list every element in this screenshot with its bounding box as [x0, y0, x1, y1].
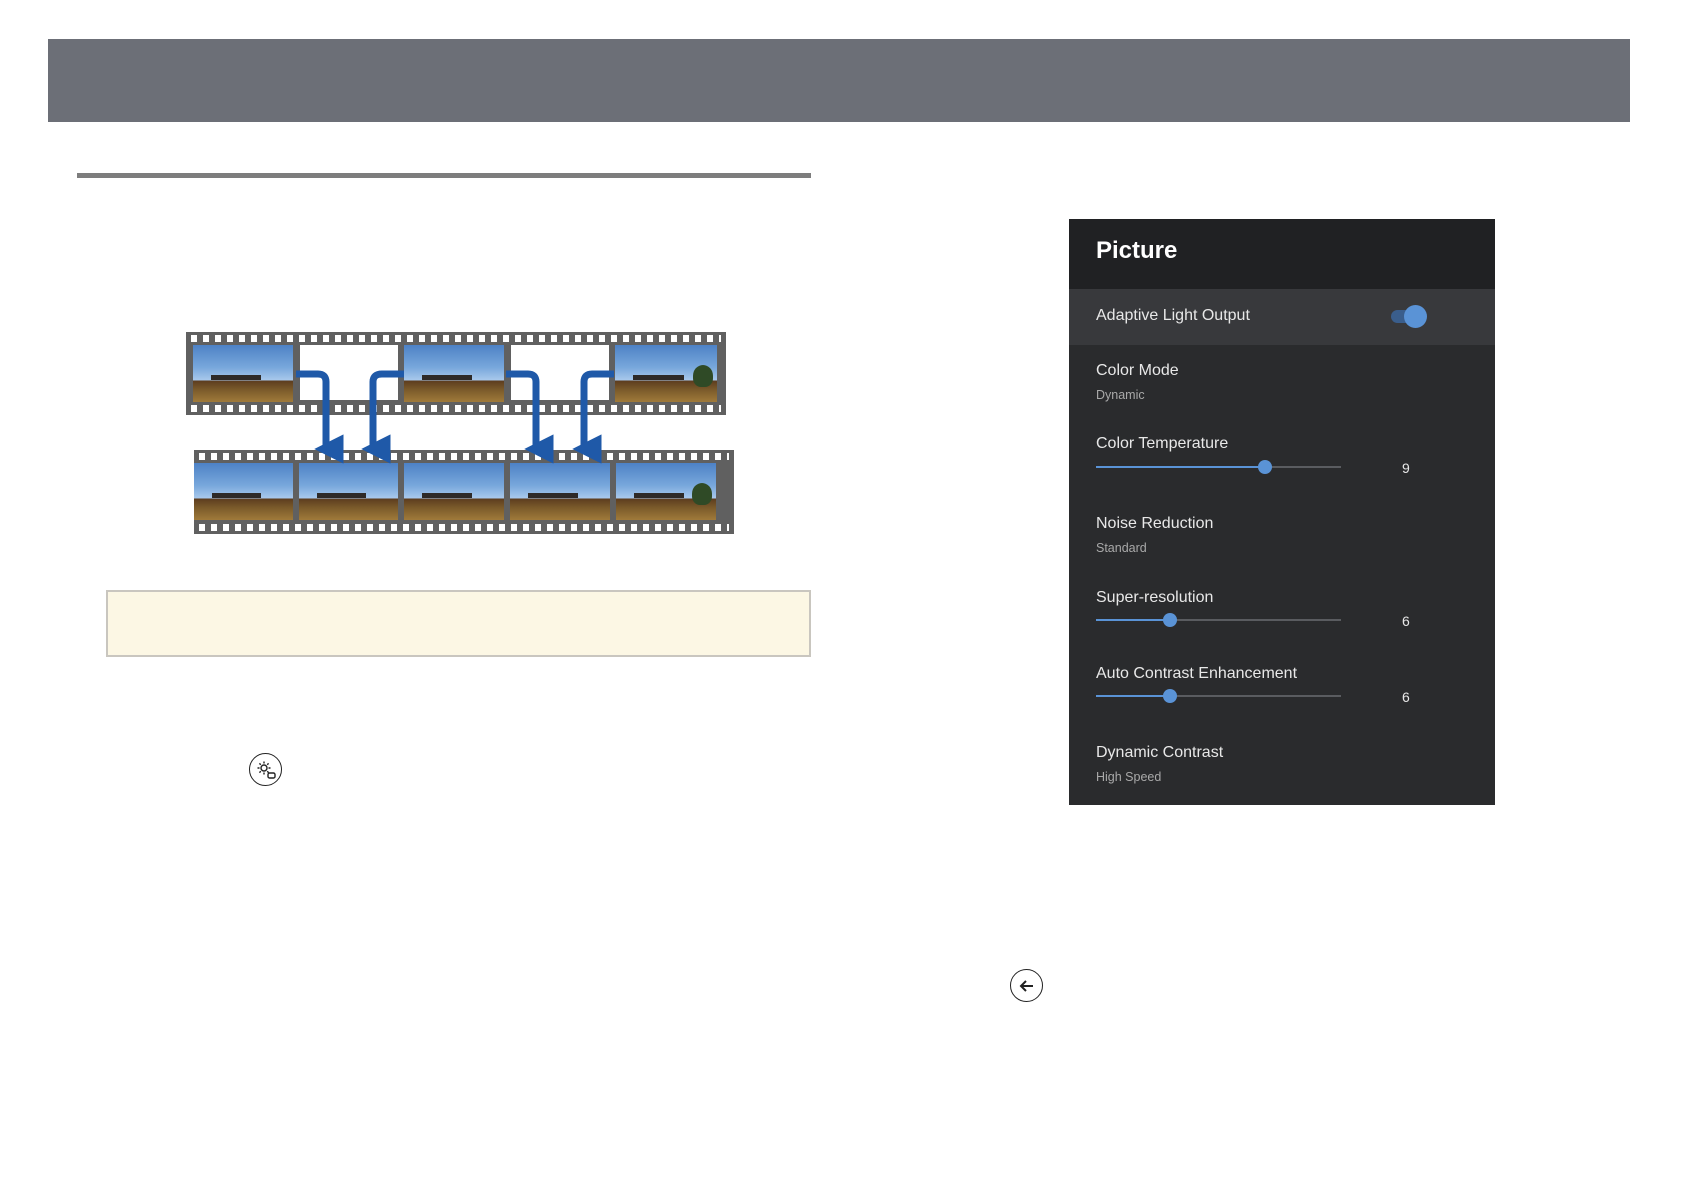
setting-label: Super-resolution [1096, 589, 1214, 606]
setting-adaptive-light-output[interactable]: Adaptive Light Output [1069, 289, 1495, 345]
slider-thumb[interactable] [1162, 689, 1177, 703]
panel-title: Picture [1096, 237, 1178, 264]
picture-settings-panel: Picture Adaptive Light Output Color Mode… [1069, 219, 1495, 805]
toggle-knob [1404, 305, 1427, 328]
slider-fill [1096, 466, 1266, 468]
setting-value: High Speed [1096, 770, 1162, 784]
slider-thumb[interactable] [1162, 613, 1177, 627]
setting-noise-reduction[interactable]: Noise Reduction Standard [1069, 500, 1495, 570]
setting-value: Standard [1096, 541, 1147, 555]
adaptive-light-output-toggle[interactable] [1387, 304, 1427, 328]
setting-super-resolution[interactable]: Super-resolution 6 [1069, 575, 1495, 645]
setting-label: Color Mode [1096, 362, 1179, 379]
setting-color-mode[interactable]: Color Mode Dynamic [1069, 347, 1495, 417]
back-arrow-icon [1010, 969, 1043, 1002]
setting-label: Color Temperature [1096, 435, 1229, 452]
setting-auto-contrast-enhancement[interactable]: Auto Contrast Enhancement 6 [1069, 651, 1495, 721]
super-resolution-slider[interactable] [1096, 613, 1341, 627]
auto-contrast-enhancement-slider[interactable] [1096, 689, 1341, 703]
setting-dynamic-contrast[interactable]: Dynamic Contrast High Speed [1069, 729, 1495, 799]
note-box [106, 590, 811, 657]
setting-color-temperature[interactable]: Color Temperature 9 [1069, 422, 1495, 492]
frame-interpolation-arrow-icon [296, 370, 614, 464]
color-temperature-slider[interactable] [1096, 460, 1341, 474]
setting-label: Adaptive Light Output [1096, 307, 1250, 324]
setting-value: 6 [1402, 689, 1410, 705]
setting-label: Dynamic Contrast [1096, 744, 1224, 761]
setting-value: Dynamic [1096, 388, 1145, 402]
setting-label: Noise Reduction [1096, 515, 1214, 532]
settings-remote-icon [249, 753, 282, 786]
panel-header: Picture [1069, 219, 1495, 289]
slider-fill [1096, 619, 1170, 621]
setting-value: 9 [1402, 460, 1410, 476]
setting-value: 6 [1402, 613, 1410, 629]
slider-fill [1096, 695, 1170, 697]
slider-thumb[interactable] [1258, 460, 1273, 474]
setting-label: Auto Contrast Enhancement [1096, 665, 1298, 682]
